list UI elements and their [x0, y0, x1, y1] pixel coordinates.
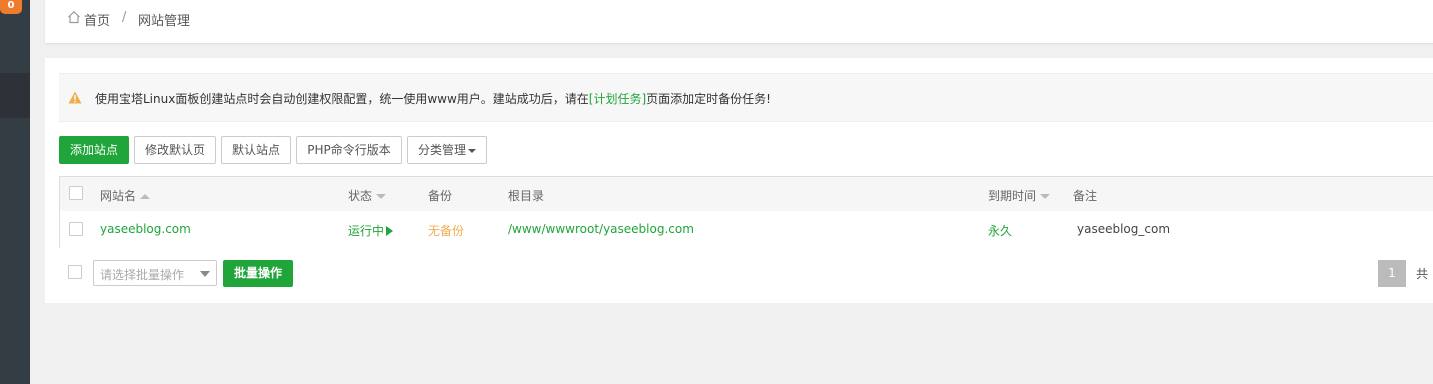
table-header: 网站名 状态 备份 根目录 到期时间 备注 [60, 177, 1433, 212]
notice-text: 使用宝塔Linux面板创建站点时会自动创建权限配置，统一使用www用户。建站成功… [95, 90, 771, 107]
breadcrumb-home[interactable]: 首页 [84, 10, 110, 29]
header-expire-label: 到期时间 [988, 189, 1037, 203]
header-status[interactable]: 状态 [348, 187, 387, 204]
sidebar: 0 [0, 0, 30, 384]
notice-bar: 使用宝塔Linux面板创建站点时会自动创建权限配置，统一使用www用户。建站成功… [59, 73, 1433, 122]
breadcrumb-separator: / [122, 10, 127, 25]
batch-operation-select[interactable]: 请选择批量操作 [93, 260, 217, 286]
sort-asc-icon [140, 194, 151, 199]
edit-default-page-button[interactable]: 修改默认页 [134, 136, 216, 164]
batch-select-placeholder: 请选择批量操作 [100, 268, 185, 282]
category-manage-button[interactable]: 分类管理 [407, 136, 487, 164]
header-expire[interactable]: 到期时间 [988, 187, 1051, 204]
chevron-down-icon [200, 271, 210, 277]
play-icon [386, 226, 394, 236]
header-site-name[interactable]: 网站名 [100, 187, 151, 204]
notice-text-before: 使用宝塔Linux面板创建站点时会自动创建权限配置，统一使用www用户。建站成功… [95, 92, 589, 106]
site-name-link[interactable]: yaseeblog.com [100, 222, 191, 236]
header-site-name-label: 网站名 [100, 189, 137, 203]
cron-task-link[interactable]: [计划任务] [589, 92, 646, 106]
site-panel: 使用宝塔Linux面板创建站点时会自动创建权限配置，统一使用www用户。建站成功… [45, 58, 1433, 303]
warning-icon [68, 91, 82, 107]
site-status-toggle[interactable]: 运行中 [348, 222, 394, 239]
header-backup: 备份 [428, 189, 453, 203]
default-site-button[interactable]: 默认站点 [221, 136, 291, 164]
add-site-button[interactable]: 添加站点 [59, 136, 129, 164]
sort-desc-icon [1040, 194, 1051, 199]
sidebar-active-item[interactable] [0, 73, 30, 118]
pagination-total: 共 [1416, 267, 1429, 281]
home-icon[interactable] [67, 10, 81, 27]
caret-down-icon [468, 148, 476, 153]
table-row: yaseeblog.com 运行中 无备份 /www/wwwroot/yasee… [60, 211, 1433, 248]
remark-value[interactable]: yaseeblog_com [1077, 222, 1170, 236]
header-status-label: 状态 [348, 189, 373, 203]
category-manage-label: 分类管理 [417, 143, 466, 157]
current-page[interactable]: 1 [1378, 260, 1406, 287]
backup-link[interactable]: 无备份 [428, 222, 464, 239]
php-cli-version-button[interactable]: PHP命令行版本 [296, 136, 402, 164]
batch-select-all-checkbox[interactable] [68, 265, 82, 279]
notice-text-after: 页面添加定时备份任务! [646, 92, 771, 106]
site-status-label: 运行中 [348, 224, 385, 238]
site-table: 网站名 状态 备份 根目录 到期时间 备注 yaseeblog.com 运行中 … [59, 176, 1433, 248]
root-dir-link[interactable]: /www/wwwroot/yaseeblog.com [508, 222, 694, 236]
header-root: 根目录 [508, 189, 545, 203]
breadcrumb-current: 网站管理 [138, 14, 191, 29]
header-remark: 备注 [1073, 189, 1098, 203]
select-all-checkbox[interactable] [69, 186, 83, 200]
breadcrumb: 首页 / 网站管理 [45, 0, 1433, 43]
batch-operation-button[interactable]: 批量操作 [223, 260, 293, 287]
notification-badge[interactable]: 0 [0, 0, 22, 14]
row-checkbox[interactable] [69, 222, 83, 236]
sort-desc-icon [376, 194, 387, 199]
expire-link[interactable]: 永久 [988, 222, 1012, 239]
